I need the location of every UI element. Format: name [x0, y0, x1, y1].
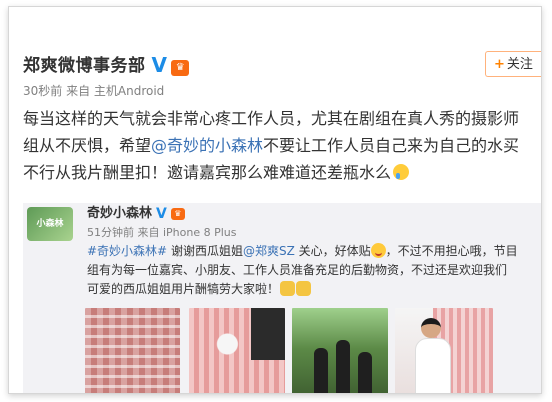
comment-text-segment: 关心，好体贴 — [294, 244, 371, 258]
comment-text-segment: ，不过不用担心哦，节目 — [385, 244, 518, 258]
post-text: 每当这样的天气就会非常心疼工作人员，尤其在剧组在真人秀的摄影师 组从不厌惧，希望… — [23, 105, 541, 186]
photo-water-bottles-1[interactable] — [85, 308, 180, 393]
post-author[interactable]: 郑爽微博事务部 V ♛ — [23, 51, 190, 77]
comment-text-segment: 可爱的西瓜姐姐用片酬犒劳大家啦！ — [87, 282, 280, 296]
avatar[interactable]: 小森林 — [27, 207, 73, 241]
smile-emoji-icon — [370, 243, 386, 258]
photo-crew-outdoors[interactable] — [292, 308, 388, 393]
verified-icon: V — [151, 53, 168, 77]
post-text-line: 不行从我片酬里扣！邀请嘉宾那么难难道还差瓶水么 — [23, 159, 541, 186]
photo-detail — [251, 308, 285, 360]
photo-grid — [85, 308, 541, 393]
post: 郑爽微博事务部 V ♛ + 关注 30秒前 来自 主机Android 每当这样的天气就… — [9, 7, 541, 207]
post-meta: 30秒前 来自 主机Android — [23, 84, 165, 98]
post-text-segment: 不要让工作人员自己来为自己的水买 — [263, 136, 520, 155]
comment-author[interactable]: 奇妙小森林 V ♛ — [87, 202, 185, 222]
post-author-name[interactable]: 郑爽微博事务部 — [23, 56, 146, 76]
comment-author-name[interactable]: 奇妙小森林 — [87, 206, 152, 221]
photo-crew-with-water[interactable] — [395, 308, 493, 393]
post-text-line: 组从不厌惧，希望@奇妙的小森林不要让工作人员自己来为自己的水买 — [23, 132, 541, 159]
photo-detail — [358, 352, 372, 393]
comment-text-line: 可爱的西瓜姐姐用片酬犒劳大家啦！ — [87, 280, 537, 299]
post-text-segment: 不行从我片酬里扣！邀请嘉宾那么难难道还差瓶水么 — [23, 163, 392, 182]
photo-water-bottles-2[interactable] — [189, 308, 285, 393]
comment-text-line: 组有为每一位嘉宾、小朋友、工作人员准备充足的后勤物资，不过还是欢迎我们 — [87, 263, 508, 277]
photo-detail — [415, 338, 451, 393]
follow-button[interactable]: + 关注 — [485, 51, 541, 77]
weibo-post-card: 郑爽微博事务部 V ♛ + 关注 30秒前 来自 主机Android 每当这样的天气就… — [8, 6, 542, 394]
mention-link[interactable]: @奇妙的小森林 — [151, 136, 263, 155]
photo-detail — [421, 318, 441, 338]
plus-icon: + — [494, 57, 505, 72]
hashtag-link[interactable]: #奇妙小森林# — [87, 244, 167, 258]
post-text-line: 每当这样的天气就会非常心疼工作人员，尤其在剧组在真人秀的摄影师 — [23, 109, 520, 128]
vip-badge-icon: ♛ — [170, 208, 185, 220]
post-text-segment: 组从不厌惧，希望 — [23, 136, 152, 155]
vip-badge-icon: ♛ — [171, 60, 190, 76]
cry-emoji-icon — [393, 164, 410, 180]
clap-emoji-icon — [280, 281, 296, 296]
comment-meta: 51分钟前 来自 iPhone 8 Plus — [87, 226, 237, 239]
clap-emoji-icon — [296, 281, 312, 296]
comment-text-segment: 谢谢西瓜姐姐 — [167, 244, 243, 258]
comment-text-line: #奇妙小森林# 谢谢西瓜姐姐@郑爽SZ 关心，好体贴 ，不过不用担心哦，节目 — [87, 242, 537, 261]
mention-link[interactable]: @郑爽SZ — [243, 244, 295, 258]
comment-text: #奇妙小森林# 谢谢西瓜姐姐@郑爽SZ 关心，好体贴 ，不过不用担心哦，节目 组有… — [87, 242, 537, 299]
photo-detail — [336, 340, 350, 393]
photo-detail — [314, 348, 328, 393]
follow-button-label: 关注 — [506, 57, 533, 72]
verified-icon: V — [156, 206, 167, 222]
repost-comment: 小森林 奇妙小森林 V ♛ 51分钟前 来自 iPhone 8 Plus #奇妙小森… — [23, 202, 541, 393]
